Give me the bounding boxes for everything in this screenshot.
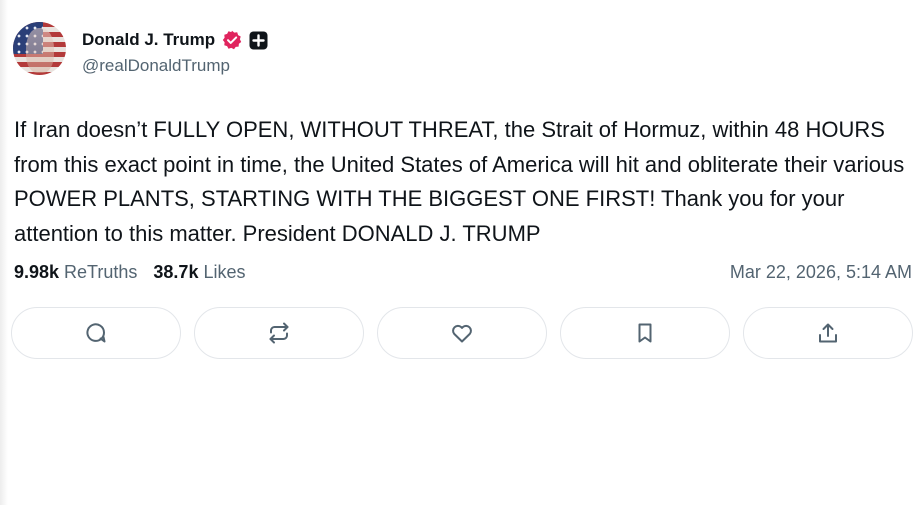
- name-row: Donald J. Trump: [82, 28, 268, 52]
- avatar-face: [26, 28, 54, 73]
- author-info: Donald J. Trump @realDonaldTrump: [82, 28, 268, 76]
- post-header: Donald J. Trump @realDonaldTrump: [13, 22, 268, 78]
- avatar[interactable]: [13, 22, 66, 75]
- retruths-stat[interactable]: 9.98k ReTruths: [14, 262, 137, 283]
- author-display-name[interactable]: Donald J. Trump: [82, 30, 215, 50]
- retruths-count: 9.98k: [14, 262, 60, 282]
- likes-stat[interactable]: 38.7k Likes: [153, 262, 245, 283]
- like-button[interactable]: [377, 307, 547, 359]
- retruth-button[interactable]: [194, 307, 364, 359]
- post-stats: 9.98k ReTruths 38.7k Likes: [14, 262, 245, 283]
- bookmark-button[interactable]: [560, 307, 730, 359]
- action-bar: [11, 307, 913, 359]
- likes-label: Likes: [203, 262, 246, 282]
- verified-badge-icon: [222, 30, 242, 50]
- like-icon: [452, 324, 472, 343]
- reply-button[interactable]: [11, 307, 181, 359]
- author-handle[interactable]: @realDonaldTrump: [82, 56, 268, 76]
- post-card: Donald J. Trump @realDonaldTrump If Iran…: [0, 0, 918, 505]
- retruth-icon: [269, 322, 289, 344]
- reply-icon: [86, 323, 106, 343]
- likes-count: 38.7k: [153, 262, 199, 282]
- retruths-label: ReTruths: [64, 262, 138, 282]
- share-icon: [819, 323, 837, 343]
- share-button[interactable]: [743, 307, 913, 359]
- plus-badge-icon: [249, 31, 268, 50]
- post-text: If Iran doesn’t FULLY OPEN, WITHOUT THRE…: [14, 117, 905, 247]
- bookmark-icon: [638, 323, 652, 343]
- post-timestamp[interactable]: Mar 22, 2026, 5:14 AM: [730, 262, 912, 283]
